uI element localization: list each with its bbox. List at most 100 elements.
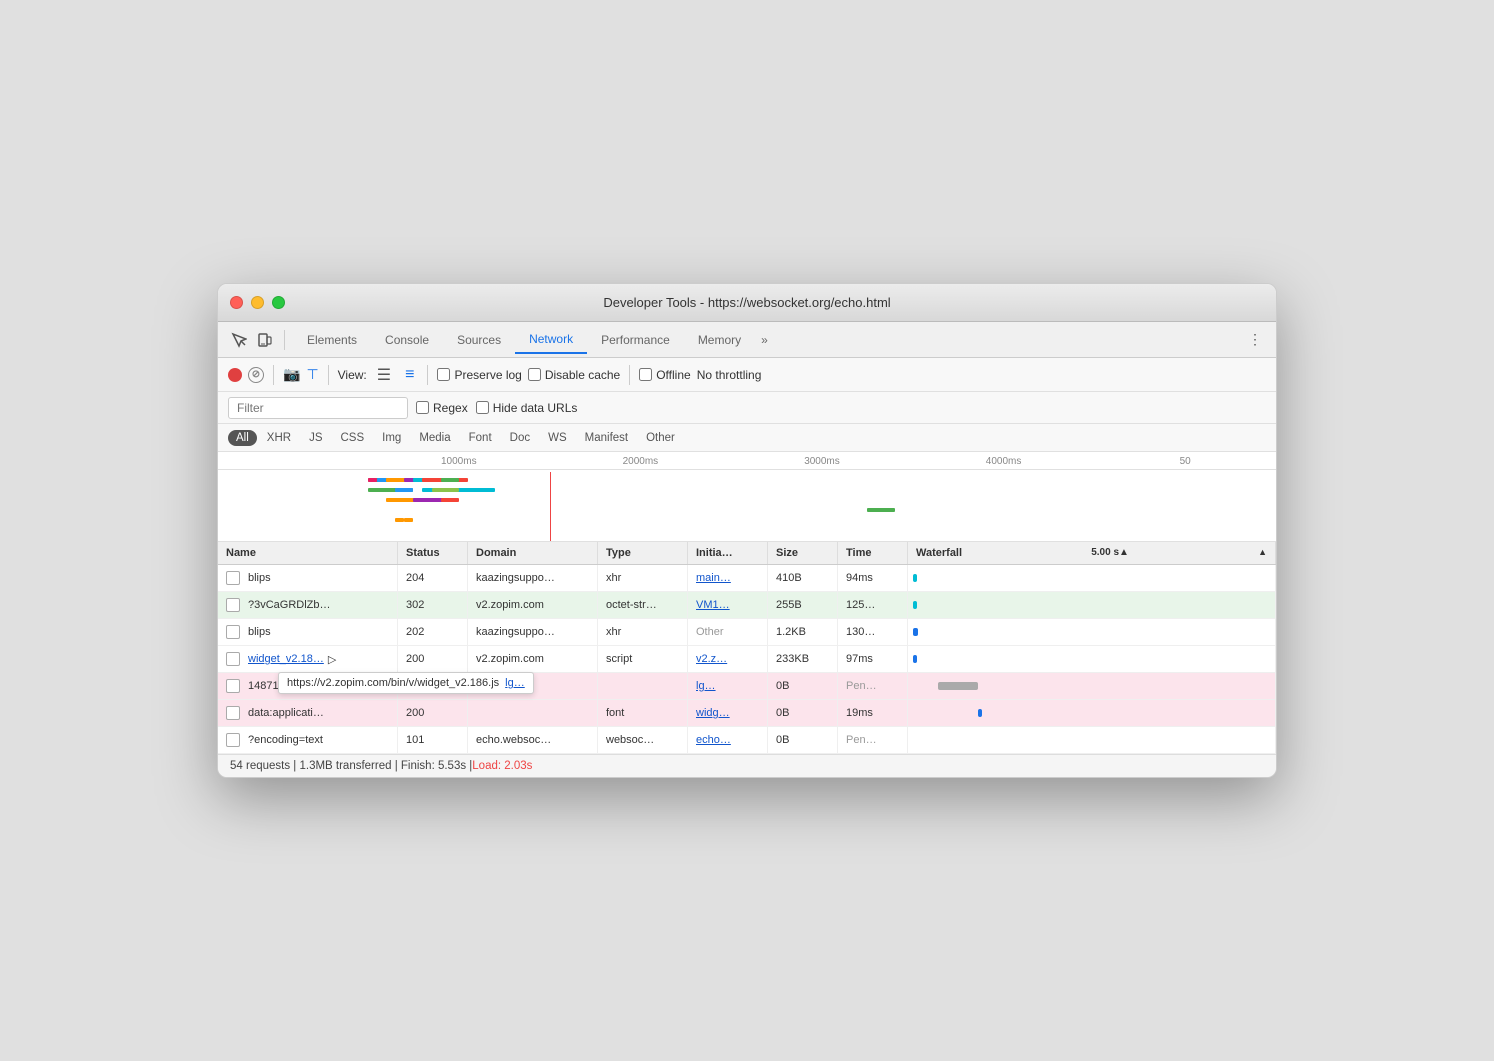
tab-memory[interactable]: Memory [684, 327, 755, 353]
th-size[interactable]: Size [768, 542, 838, 564]
preserve-log-checkbox[interactable] [437, 368, 450, 381]
tab-elements[interactable]: Elements [293, 327, 371, 353]
type-filter-img[interactable]: Img [374, 430, 409, 446]
table-row[interactable]: widget_v2.18… ▷ 200 v2.zopim.com script … [218, 646, 1276, 673]
td-type: websoc… [598, 727, 688, 753]
table-row[interactable]: data:applicati… 200 font widg… 0B 19ms [218, 700, 1276, 727]
control-separator-1 [273, 365, 274, 385]
more-options-icon[interactable]: ⋮ [1244, 329, 1266, 351]
th-name[interactable]: Name [218, 542, 398, 564]
td-waterfall [908, 619, 1276, 645]
td-waterfall [908, 646, 1276, 672]
td-status: 204 [398, 565, 468, 591]
td-type: octet-str… [598, 592, 688, 618]
tab-sources[interactable]: Sources [443, 327, 515, 353]
td-size: 0B [768, 700, 838, 726]
network-table: Name Status Domain Type Initia… Size Tim… [218, 542, 1276, 754]
row-checkbox[interactable] [226, 625, 240, 639]
type-filter-other[interactable]: Other [638, 430, 683, 446]
filter-icon[interactable]: ⊤ [306, 366, 318, 383]
td-domain: kaazingsuppo… [468, 619, 598, 645]
status-bar: 54 requests | 1.3MB transferred | Finish… [218, 754, 1276, 777]
device-icon[interactable] [254, 329, 276, 351]
row-checkbox[interactable] [226, 733, 240, 747]
th-domain[interactable]: Domain [468, 542, 598, 564]
timeline-bars [218, 470, 1276, 542]
td-size: 410B [768, 565, 838, 591]
table-row[interactable]: blips 202 kaazingsuppo… xhr Other 1.2KB … [218, 619, 1276, 646]
td-status: 101 [398, 727, 468, 753]
th-status[interactable]: Status [398, 542, 468, 564]
regex-checkbox[interactable] [416, 401, 429, 414]
td-waterfall [908, 727, 1276, 753]
type-filter-css[interactable]: CSS [332, 430, 372, 446]
type-filter-js[interactable]: JS [301, 430, 330, 446]
type-filter-all[interactable]: All [228, 430, 257, 446]
devtools-window: Developer Tools - https://websocket.org/… [217, 283, 1277, 778]
screenshot-icon[interactable]: 📷 [283, 366, 300, 383]
type-filter-media[interactable]: Media [411, 430, 458, 446]
row-checkbox[interactable] [226, 652, 240, 666]
td-initiator: v2.z… [688, 646, 768, 672]
type-filter-font[interactable]: Font [461, 430, 500, 446]
regex-label[interactable]: Regex [416, 401, 468, 415]
group-view-icon[interactable]: ≡ [401, 364, 418, 386]
tab-console[interactable]: Console [371, 327, 443, 353]
type-filter-ws[interactable]: WS [540, 430, 575, 446]
hide-data-urls-label[interactable]: Hide data URLs [476, 401, 578, 415]
record-button[interactable] [228, 368, 242, 382]
timeline-area: 1000ms 2000ms 3000ms 4000ms 50 [218, 452, 1276, 542]
disable-cache-checkbox[interactable] [528, 368, 541, 381]
type-filter-xhr[interactable]: XHR [259, 430, 299, 446]
td-domain [468, 700, 598, 726]
offline-label[interactable]: Offline [639, 368, 690, 382]
td-initiator: Other [688, 619, 768, 645]
maximize-button[interactable] [272, 296, 285, 309]
status-text: 54 requests | 1.3MB transferred | Finish… [230, 760, 472, 772]
clear-button[interactable]: ⊘ [248, 367, 264, 383]
inspect-icon[interactable] [228, 329, 250, 351]
table-row[interactable]: ?encoding=text 101 echo.websoc… websoc… … [218, 727, 1276, 754]
close-button[interactable] [230, 296, 243, 309]
tooltip-link[interactable]: lg… [505, 677, 525, 689]
type-filter-manifest[interactable]: Manifest [577, 430, 636, 446]
td-size: 0B [768, 727, 838, 753]
td-domain: v2.zopim.com [468, 646, 598, 672]
td-domain: kaazingsuppo… [468, 565, 598, 591]
td-name: widget_v2.18… ▷ [218, 646, 398, 672]
th-type[interactable]: Type [598, 542, 688, 564]
tab-performance[interactable]: Performance [587, 327, 684, 353]
td-name: blips [218, 565, 398, 591]
table-row[interactable]: ?3vCaGRDlZb… 302 v2.zopim.com octet-str…… [218, 592, 1276, 619]
td-name: ?encoding=text [218, 727, 398, 753]
more-tabs-button[interactable]: » [755, 329, 774, 351]
offline-checkbox[interactable] [639, 368, 652, 381]
view-label: View: [338, 368, 367, 382]
td-initiator: echo… [688, 727, 768, 753]
td-size: 1.2KB [768, 619, 838, 645]
url-tooltip: https://v2.zopim.com/bin/v/widget_v2.186… [278, 672, 534, 694]
td-time: 125… [838, 592, 908, 618]
row-checkbox[interactable] [226, 679, 240, 693]
th-initiator[interactable]: Initia… [688, 542, 768, 564]
tab-network[interactable]: Network [515, 326, 587, 354]
row-checkbox[interactable] [226, 706, 240, 720]
td-name: blips [218, 619, 398, 645]
filter-input[interactable] [228, 397, 408, 419]
th-time[interactable]: Time [838, 542, 908, 564]
type-filter-doc[interactable]: Doc [502, 430, 538, 446]
td-name: data:applicati… [218, 700, 398, 726]
disable-cache-label[interactable]: Disable cache [528, 368, 620, 382]
minimize-button[interactable] [251, 296, 264, 309]
th-waterfall[interactable]: Waterfall 5.00 s▲ [908, 542, 1276, 564]
td-domain: v2.zopim.com [468, 592, 598, 618]
td-type [598, 673, 688, 699]
td-size: 233KB [768, 646, 838, 672]
preserve-log-label[interactable]: Preserve log [437, 368, 521, 382]
row-checkbox[interactable] [226, 571, 240, 585]
td-status: 200 [398, 646, 468, 672]
list-view-icon[interactable]: ☰ [373, 363, 395, 387]
hide-data-urls-checkbox[interactable] [476, 401, 489, 414]
table-row[interactable]: blips 204 kaazingsuppo… xhr main… 410B 9… [218, 565, 1276, 592]
row-checkbox[interactable] [226, 598, 240, 612]
